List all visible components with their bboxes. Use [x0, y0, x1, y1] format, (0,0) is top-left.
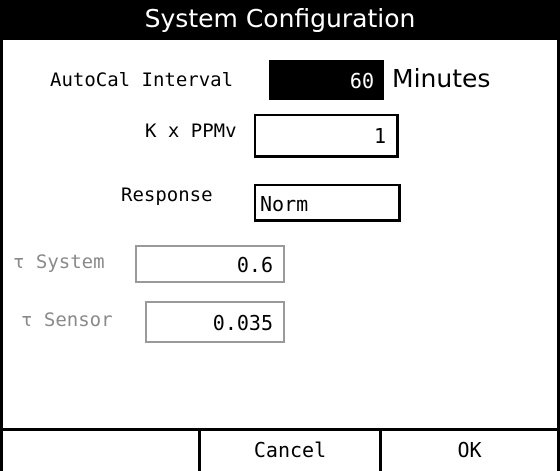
autocal-interval-label: AutoCal Interval — [50, 69, 234, 91]
autocal-interval-field[interactable]: 60 — [269, 60, 384, 100]
dialog-window: System Configuration AutoCal Interval 60… — [0, 0, 560, 471]
tau-system-label: τ System — [13, 251, 105, 273]
tau-sensor-label: τ Sensor — [21, 309, 113, 331]
autocal-unit-label: Minutes — [392, 64, 491, 93]
cancel-button[interactable]: Cancel — [198, 431, 379, 471]
tau-sensor-field: 0.035 — [145, 301, 285, 343]
response-field[interactable]: Norm — [254, 184, 401, 222]
k-ppmv-field[interactable]: 1 — [254, 114, 399, 158]
response-label: Response — [121, 184, 213, 206]
softkey-bar: Cancel OK — [3, 428, 557, 471]
k-ppmv-label: K x PPMv — [145, 120, 237, 142]
ok-button[interactable]: OK — [379, 431, 557, 471]
dialog-title: System Configuration — [3, 0, 557, 40]
tau-system-field: 0.6 — [135, 245, 285, 283]
